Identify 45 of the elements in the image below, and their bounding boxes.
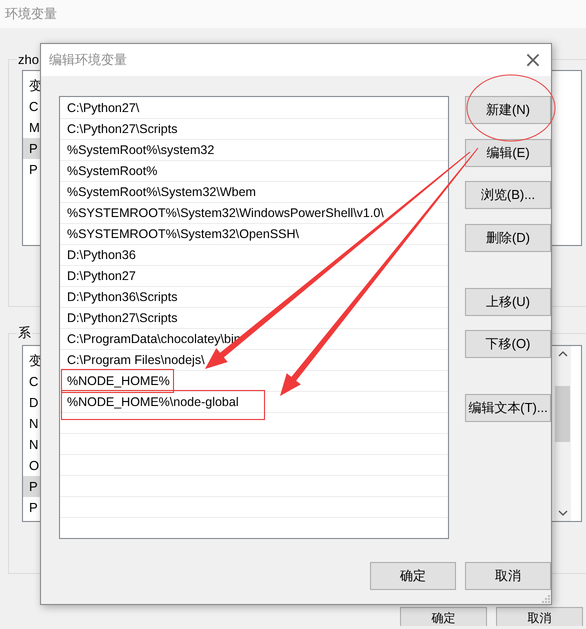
variable-row[interactable]: N (23, 434, 40, 455)
path-entry[interactable]: %SystemRoot%\System32\Wbem (67, 185, 256, 199)
dialog-title: 编辑环境变量 (49, 51, 127, 69)
path-entry[interactable]: C:\Python27\Scripts (67, 122, 178, 136)
ok-button[interactable]: 确定 (370, 562, 456, 590)
variable-row[interactable]: N (23, 413, 40, 434)
path-entry[interactable]: %SystemRoot% (67, 164, 158, 178)
path-entry[interactable]: %SYSTEMROOT%\System32\OpenSSH\ (67, 227, 300, 241)
action-button[interactable]: 上移(U) (465, 288, 551, 316)
group-label: 系 (17, 324, 32, 342)
path-entry[interactable]: C:\Program Files\nodejs\ (67, 353, 205, 367)
cancel-button[interactable]: 取消 (496, 607, 583, 626)
variable-row[interactable]: P (23, 138, 40, 159)
variable-row[interactable]: P (23, 497, 40, 518)
action-button[interactable]: 下移(O) (465, 330, 551, 358)
action-button[interactable]: 删除(D) (465, 224, 551, 252)
path-entry[interactable]: %SystemRoot%\system32 (67, 143, 214, 157)
variable-row[interactable]: M (23, 117, 40, 138)
ok-button[interactable]: 确定 (400, 607, 487, 626)
scrollbar[interactable] (554, 346, 571, 521)
path-entry[interactable]: D:\Python27\Scripts (67, 311, 178, 325)
close-button[interactable]: × (515, 45, 551, 75)
group-label: zho (17, 52, 40, 67)
window-title: 环境变量 (5, 5, 57, 23)
variable-row[interactable]: C (23, 96, 40, 117)
resize-grip-icon[interactable] (540, 593, 550, 603)
variable-row[interactable]: O (23, 455, 40, 476)
path-entry[interactable]: C:\ProgramData\chocolatey\bin (67, 332, 241, 346)
action-button[interactable]: 新建(N) (465, 96, 551, 124)
path-entry[interactable]: C:\Python27\ (67, 101, 140, 115)
path-entry[interactable]: D:\Python36 (67, 248, 136, 262)
action-button[interactable]: 编辑(E) (465, 138, 551, 166)
variable-row[interactable]: D (23, 392, 40, 413)
cancel-button[interactable]: 取消 (465, 562, 551, 590)
path-entry[interactable]: D:\Python27 (67, 269, 136, 283)
scroll-thumb[interactable] (555, 386, 570, 442)
path-entry[interactable]: %SYSTEMROOT%\System32\WindowsPowerShell\v1.0\ (67, 206, 384, 220)
variable-row[interactable]: C (23, 371, 40, 392)
path-entry[interactable]: %NODE_HOME% (67, 374, 170, 388)
action-button[interactable]: 浏览(B)... (465, 181, 551, 209)
path-entry[interactable]: %NODE_HOME%\node-global (67, 395, 239, 409)
variable-row[interactable]: P (23, 159, 40, 180)
action-button[interactable]: 编辑文本(T)... (465, 394, 551, 422)
path-entry[interactable]: D:\Python36\Scripts (67, 290, 178, 304)
variable-row[interactable]: P (23, 476, 40, 497)
